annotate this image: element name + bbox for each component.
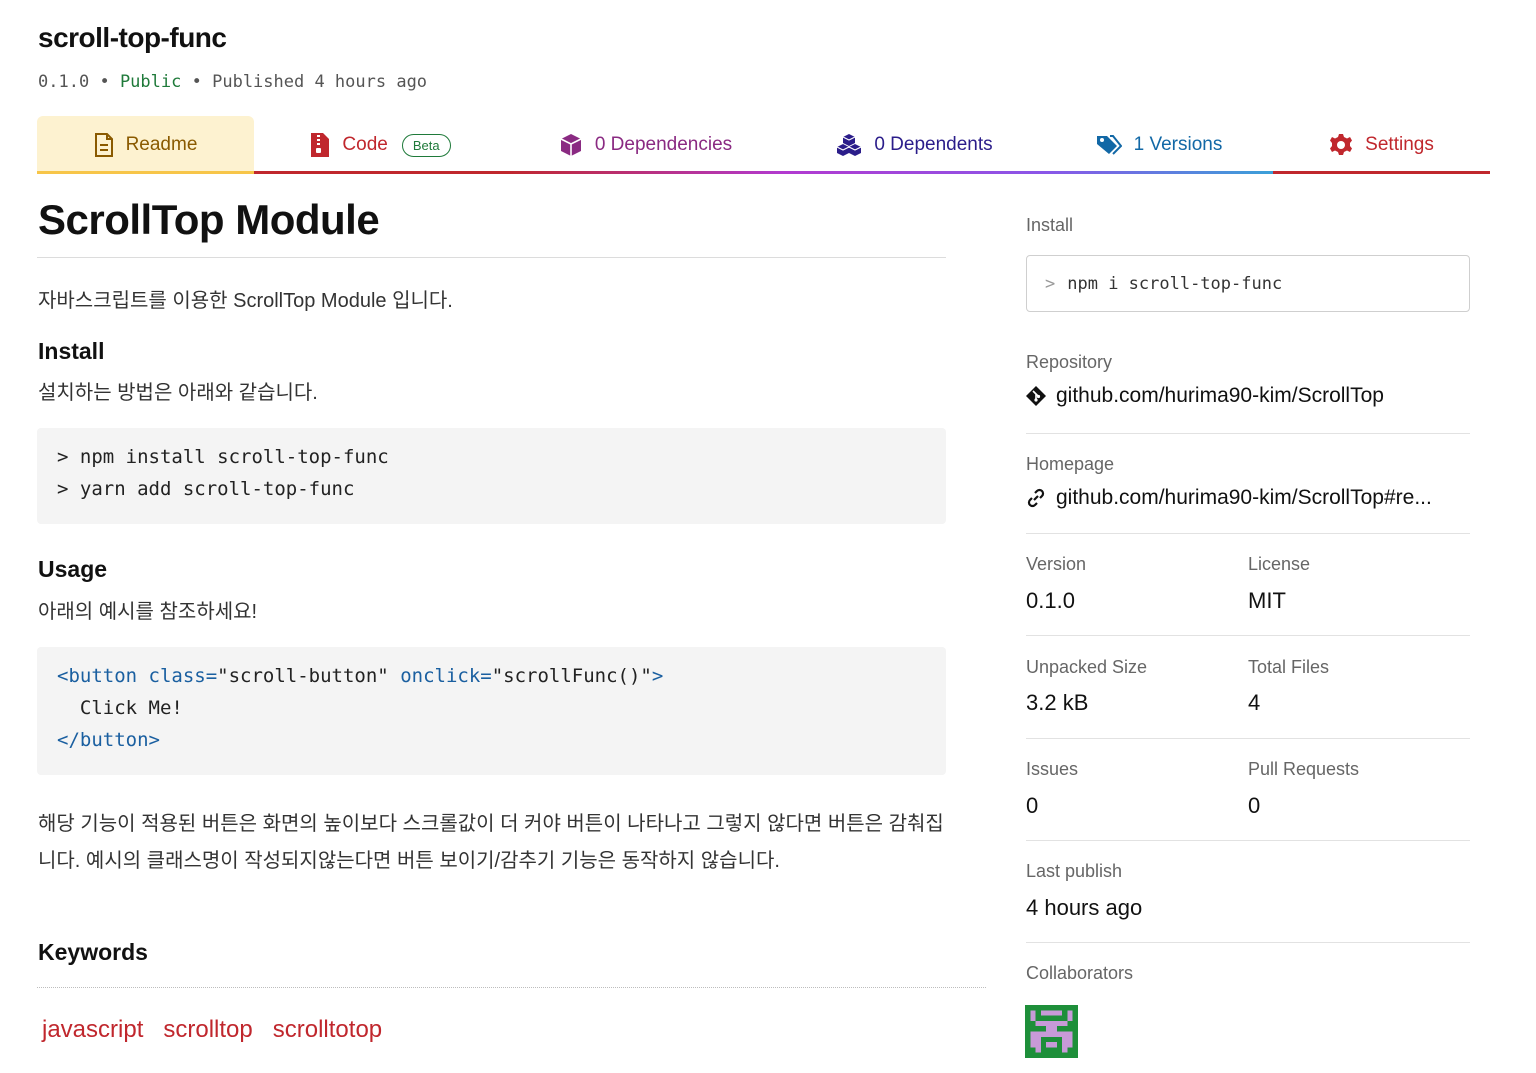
code-line: Click Me! — [57, 697, 183, 719]
readme-description: 해당 기능이 적용된 버튼은 화면의 높이보다 스크롤값이 더 커야 버튼이 나… — [38, 813, 944, 872]
code-line: > npm install scroll-top-func — [57, 446, 389, 468]
gear-icon — [1329, 133, 1353, 157]
homepage-label: Homepage — [1026, 454, 1115, 474]
readme-icon — [94, 133, 114, 157]
tab-readme[interactable]: Readme — [37, 116, 254, 174]
package-title: scroll-top-func — [38, 22, 227, 53]
usage-text: 아래의 예시를 참조하세요! — [38, 601, 258, 623]
sidebar-divider — [1026, 433, 1470, 434]
repository-link[interactable]: github.com/hurima90-kim/ScrollTop — [1026, 384, 1384, 408]
issues-label: Issues — [1026, 759, 1079, 779]
unpacked-size-label: Unpacked Size — [1026, 657, 1148, 677]
license-value: MIT — [1248, 588, 1286, 613]
tab-dependents[interactable]: 0 Dependents — [784, 116, 1045, 174]
package-version: 0.1.0 — [38, 72, 90, 92]
pull-requests-value[interactable]: 0 — [1248, 793, 1260, 819]
keywords-divider — [37, 987, 986, 988]
beta-badge: Beta — [401, 133, 451, 157]
install-code-block: > npm install scroll-top-func > yarn add… — [37, 428, 946, 524]
version-label: Version — [1026, 554, 1087, 574]
install-text: 설치하는 방법은 아래와 같습니다. — [38, 382, 318, 404]
tab-label: Readme — [125, 134, 198, 155]
total-files-value: 4 — [1248, 690, 1261, 715]
sidebar-divider — [1026, 533, 1470, 534]
tab-label: 1 Versions — [1133, 134, 1223, 155]
box-icon — [559, 133, 583, 157]
tab-settings[interactable]: Settings — [1273, 116, 1490, 174]
link-icon — [1026, 488, 1046, 508]
code-icon — [310, 132, 330, 158]
collaborators-label: Collaborators — [1026, 963, 1134, 983]
keyword-list: javascript scrolltop scrolltotop — [42, 1016, 382, 1044]
install-command: npm i scroll-top-func — [1067, 273, 1283, 294]
sidebar-divider — [1026, 738, 1470, 739]
homepage-link[interactable]: github.com/hurima90-kim/ScrollTop#re... — [1026, 486, 1432, 510]
prompt-icon: > — [1045, 273, 1056, 294]
package-tabs: Readme Code Beta 0 Dependencies 0 Depend… — [37, 116, 1490, 174]
keywords-heading: Keywords — [38, 939, 148, 965]
keyword-link[interactable]: javascript — [42, 1016, 143, 1044]
published-time: Published 4 hours ago — [212, 72, 428, 92]
sidebar-divider — [1026, 840, 1470, 841]
visibility-badge: Public — [119, 72, 182, 92]
avatar[interactable] — [1025, 1005, 1078, 1058]
sidebar-install-label: Install — [1026, 215, 1074, 235]
last-publish-value: 4 hours ago — [1026, 895, 1143, 920]
git-icon — [1026, 386, 1046, 406]
tab-label: Code — [342, 134, 388, 155]
title-divider — [37, 257, 946, 258]
package-meta: 0.1.0 • Public • Published 4 hours ago — [38, 72, 428, 92]
code-line: > yarn add scroll-top-func — [57, 478, 355, 500]
unpacked-size-value: 3.2 kB — [1026, 690, 1089, 715]
pull-requests-label: Pull Requests — [1248, 759, 1360, 779]
keyword-link[interactable]: scrolltop — [163, 1016, 252, 1044]
tab-label: 0 Dependencies — [594, 134, 733, 155]
code-line: <button class="scroll-button" onclick="s… — [57, 665, 664, 687]
tab-dependencies[interactable]: 0 Dependencies — [507, 116, 784, 174]
usage-heading: Usage — [38, 556, 108, 582]
code-line: </button> — [57, 729, 160, 751]
boxes-icon — [836, 133, 862, 157]
repository-label: Repository — [1026, 352, 1113, 372]
readme-intro: 자바스크립트를 이용한 ScrollTop Module 입니다. — [38, 290, 453, 312]
sidebar-divider — [1026, 942, 1470, 943]
keyword-link[interactable]: scrolltotop — [273, 1016, 382, 1044]
usage-code-block: <button class="scroll-button" onclick="s… — [37, 647, 946, 775]
total-files-label: Total Files — [1248, 657, 1330, 677]
issues-value[interactable]: 0 — [1026, 793, 1038, 819]
tags-icon — [1096, 134, 1122, 156]
tab-code[interactable]: Code Beta — [254, 116, 507, 174]
license-label: License — [1248, 554, 1311, 574]
tab-versions[interactable]: 1 Versions — [1045, 116, 1273, 174]
install-heading: Install — [38, 338, 105, 364]
last-publish-label: Last publish — [1026, 861, 1123, 881]
sidebar-divider — [1026, 635, 1470, 636]
tab-label: 0 Dependents — [874, 134, 993, 155]
install-command-box[interactable]: > npm i scroll-top-func — [1026, 255, 1470, 312]
version-value: 0.1.0 — [1026, 588, 1075, 613]
tab-label: Settings — [1365, 134, 1434, 155]
readme-title: ScrollTop Module — [38, 196, 380, 243]
